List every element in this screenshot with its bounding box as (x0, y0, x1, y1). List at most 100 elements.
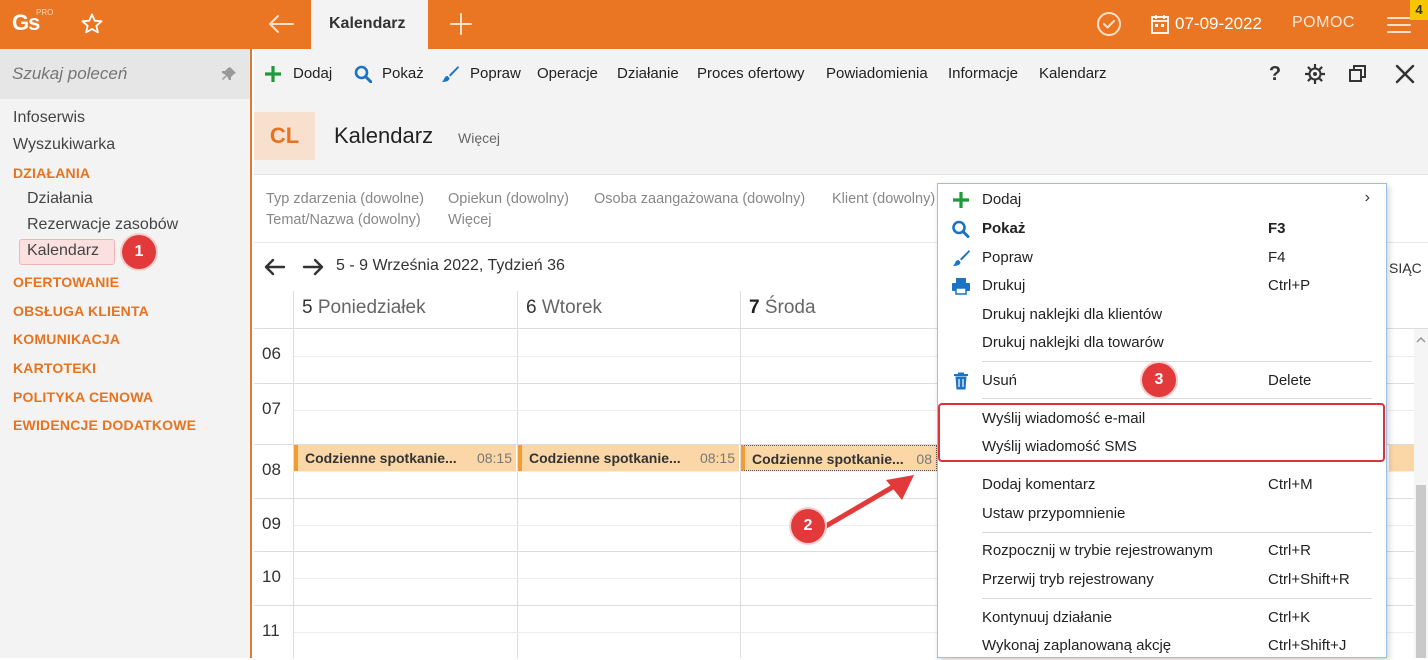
sidebar-section-ewidencje[interactable]: EWIDENCJE DODATKOWE (13, 417, 196, 433)
annotation-marker-3: 3 (1142, 363, 1176, 397)
toolbar-operations[interactable]: Operacje (537, 65, 598, 82)
tab-kalendarz[interactable]: Kalendarz (311, 0, 428, 49)
plus-icon (953, 192, 969, 208)
toolbar-show[interactable]: Pokaż (382, 65, 424, 82)
sidebar-section-polityka-cenowa[interactable]: POLITYKA CENOWA (13, 389, 153, 405)
ctx-label: Dodaj (982, 191, 1022, 208)
brush-icon (442, 66, 459, 82)
day-name: Poniedziałek (317, 297, 426, 318)
scroll-up-icon[interactable] (1416, 335, 1426, 345)
new-tab-plus-icon[interactable] (448, 11, 474, 37)
ctx-label: Kontynuuj działanie (982, 609, 1113, 626)
back-arrow-icon[interactable] (266, 12, 296, 36)
header-more-link[interactable]: Więcej (458, 130, 500, 146)
filter-subject[interactable]: Temat/Nazwa (dowolny) (266, 212, 421, 228)
sidebar-item-kalendarz[interactable]: Kalendarz (27, 242, 99, 260)
command-search (0, 49, 250, 99)
sidebar-section-kartoteki[interactable]: KARTOTEKI (13, 360, 96, 376)
ctx-item-edit[interactable]: Popraw F4 (938, 244, 1386, 272)
ctx-shortcut: Ctrl+R (1268, 542, 1311, 559)
sidebar-section-komunikacja[interactable]: KOMUNIKACJA (13, 331, 120, 347)
next-week-arrow-icon[interactable] (302, 258, 324, 276)
toolbar-notifications[interactable]: Powiadomienia (826, 65, 928, 82)
hamburger-menu-icon[interactable] (1387, 15, 1411, 35)
ctx-shortcut: Ctrl+M (1268, 476, 1313, 493)
sidebar-item-wyszukiwarka[interactable]: Wyszukiwarka (13, 136, 115, 154)
ctx-shortcut: F4 (1268, 249, 1286, 266)
day-name: Wtorek (541, 297, 603, 318)
day-header[interactable]: 5 Poniedziałek (293, 291, 517, 329)
filter-event-type[interactable]: Typ zdarzenia (dowolne) (266, 191, 424, 207)
toolbar-offer-process[interactable]: Proces ofertowy (697, 65, 805, 82)
current-date[interactable]: 07-09-2022 (1175, 14, 1262, 34)
ctx-item-print-product-labels[interactable]: Drukuj naklejki dla towarów (938, 329, 1386, 357)
sidebar-item-infoserwis[interactable]: Infoserwis (13, 109, 85, 127)
ctx-item-add[interactable]: Dodaj › (938, 186, 1386, 214)
ctx-item-run-scheduled[interactable]: Wykonaj zaplanowaną akcję Ctrl+Shift+J (938, 632, 1386, 660)
event-time: 08 (916, 451, 932, 467)
ctx-shortcut: Ctrl+Shift+R (1268, 571, 1350, 588)
submenu-arrow-icon: › (1364, 189, 1370, 206)
calendar-event[interactable]: Codzienne spotkanie... 08:15 (294, 445, 516, 471)
toolbar-action[interactable]: Działanie (617, 65, 679, 82)
ctx-label: Przerwij tryb rejestrowany (982, 571, 1154, 588)
sidebar-section-dzialania[interactable]: DZIAŁANIA (13, 165, 90, 181)
ctx-shortcut: Ctrl+Shift+J (1268, 637, 1347, 654)
ctx-item-continue-action[interactable]: Kontynuuj działanie Ctrl+K (938, 604, 1386, 632)
calendar-event[interactable]: Codzienne spotkanie... 08:15 (518, 445, 739, 471)
ctx-item-stop-recording[interactable]: Przerwij tryb rejestrowany Ctrl+Shift+R (938, 566, 1386, 594)
ctx-item-set-reminder[interactable]: Ustaw przypomnienie (938, 500, 1386, 528)
hour-label: 11 (262, 621, 280, 640)
vertical-scrollbar[interactable] (1414, 329, 1428, 658)
annotation-marker-1: 1 (122, 235, 156, 269)
toolbar-information[interactable]: Informacje (948, 65, 1018, 82)
filter-more[interactable]: Więcej (448, 212, 492, 228)
page-title: Kalendarz (334, 123, 434, 148)
ctx-shortcut: Ctrl+K (1268, 609, 1311, 626)
sidebar-item-dzialania[interactable]: Działania (27, 190, 93, 208)
calendar-event-selected[interactable]: Codzienne spotkanie... 08 (741, 445, 937, 471)
close-icon[interactable] (1394, 63, 1416, 85)
prev-week-arrow-icon[interactable] (264, 258, 286, 276)
tab-label: Kalendarz (329, 15, 406, 32)
ctx-item-add-comment[interactable]: Dodaj komentarz Ctrl+M (938, 471, 1386, 499)
hour-label: 10 (262, 567, 281, 586)
command-search-input[interactable] (12, 62, 212, 86)
scrollbar-thumb[interactable] (1416, 485, 1426, 658)
notification-badge[interactable]: 4 (1410, 0, 1428, 20)
app-logo[interactable]: Gs PRO (0, 0, 60, 49)
filter-client[interactable]: Klient (dowolny) (832, 191, 935, 207)
sidebar-section-obsluga-klienta[interactable]: OBSŁUGA KLIENTA (13, 303, 149, 319)
month-view-button[interactable]: SIĄC (1389, 260, 1422, 276)
day-header-today[interactable]: 7 Środa (740, 291, 940, 329)
restore-window-icon[interactable] (1347, 63, 1369, 85)
week-range: 5 - 9 Września 2022, Tydzień 36 (336, 257, 565, 274)
toolbar-calendar[interactable]: Kalendarz (1039, 65, 1107, 82)
ctx-item-show[interactable]: Pokaż F3 (938, 215, 1386, 243)
gear-icon[interactable] (1304, 63, 1326, 85)
star-icon[interactable] (80, 12, 104, 36)
calendar-event-partial[interactable] (1389, 445, 1414, 471)
check-circle-icon[interactable] (1096, 11, 1122, 37)
sidebar-item-rezerwacje[interactable]: Rezerwacje zasobów (27, 216, 178, 234)
ctx-label: Wykonaj zaplanowaną akcję (982, 637, 1172, 654)
day-number: 6 (526, 297, 537, 318)
filter-owner[interactable]: Opiekun (dowolny) (448, 191, 569, 207)
logo-sub: PRO (36, 8, 54, 17)
help-link[interactable]: POMOC (1292, 14, 1355, 32)
toolbar-edit[interactable]: Popraw (470, 65, 521, 82)
filter-involved-person[interactable]: Osoba zaangażowana (dowolny) (594, 191, 805, 207)
day-header[interactable]: 6 Wtorek (517, 291, 740, 329)
annotation-marker-2: 2 (791, 509, 825, 543)
ctx-item-print-client-labels[interactable]: Drukuj naklejki dla klientów (938, 301, 1386, 329)
toolbar-add[interactable]: Dodaj (293, 65, 332, 82)
search-icon (952, 220, 970, 238)
pin-icon[interactable] (220, 65, 238, 83)
ctx-item-start-recording[interactable]: Rozpocznij w trybie rejestrowanym Ctrl+R (938, 537, 1386, 565)
day-number: 7 (749, 297, 760, 318)
help-icon[interactable]: ? (1264, 63, 1286, 85)
ctx-label: Drukuj naklejki dla klientów (982, 306, 1163, 323)
sidebar-section-ofertowanie[interactable]: OFERTOWANIE (13, 274, 119, 290)
page-header: CL Kalendarz Więcej (254, 99, 1428, 175)
ctx-item-print[interactable]: Drukuj Ctrl+P (938, 272, 1386, 300)
